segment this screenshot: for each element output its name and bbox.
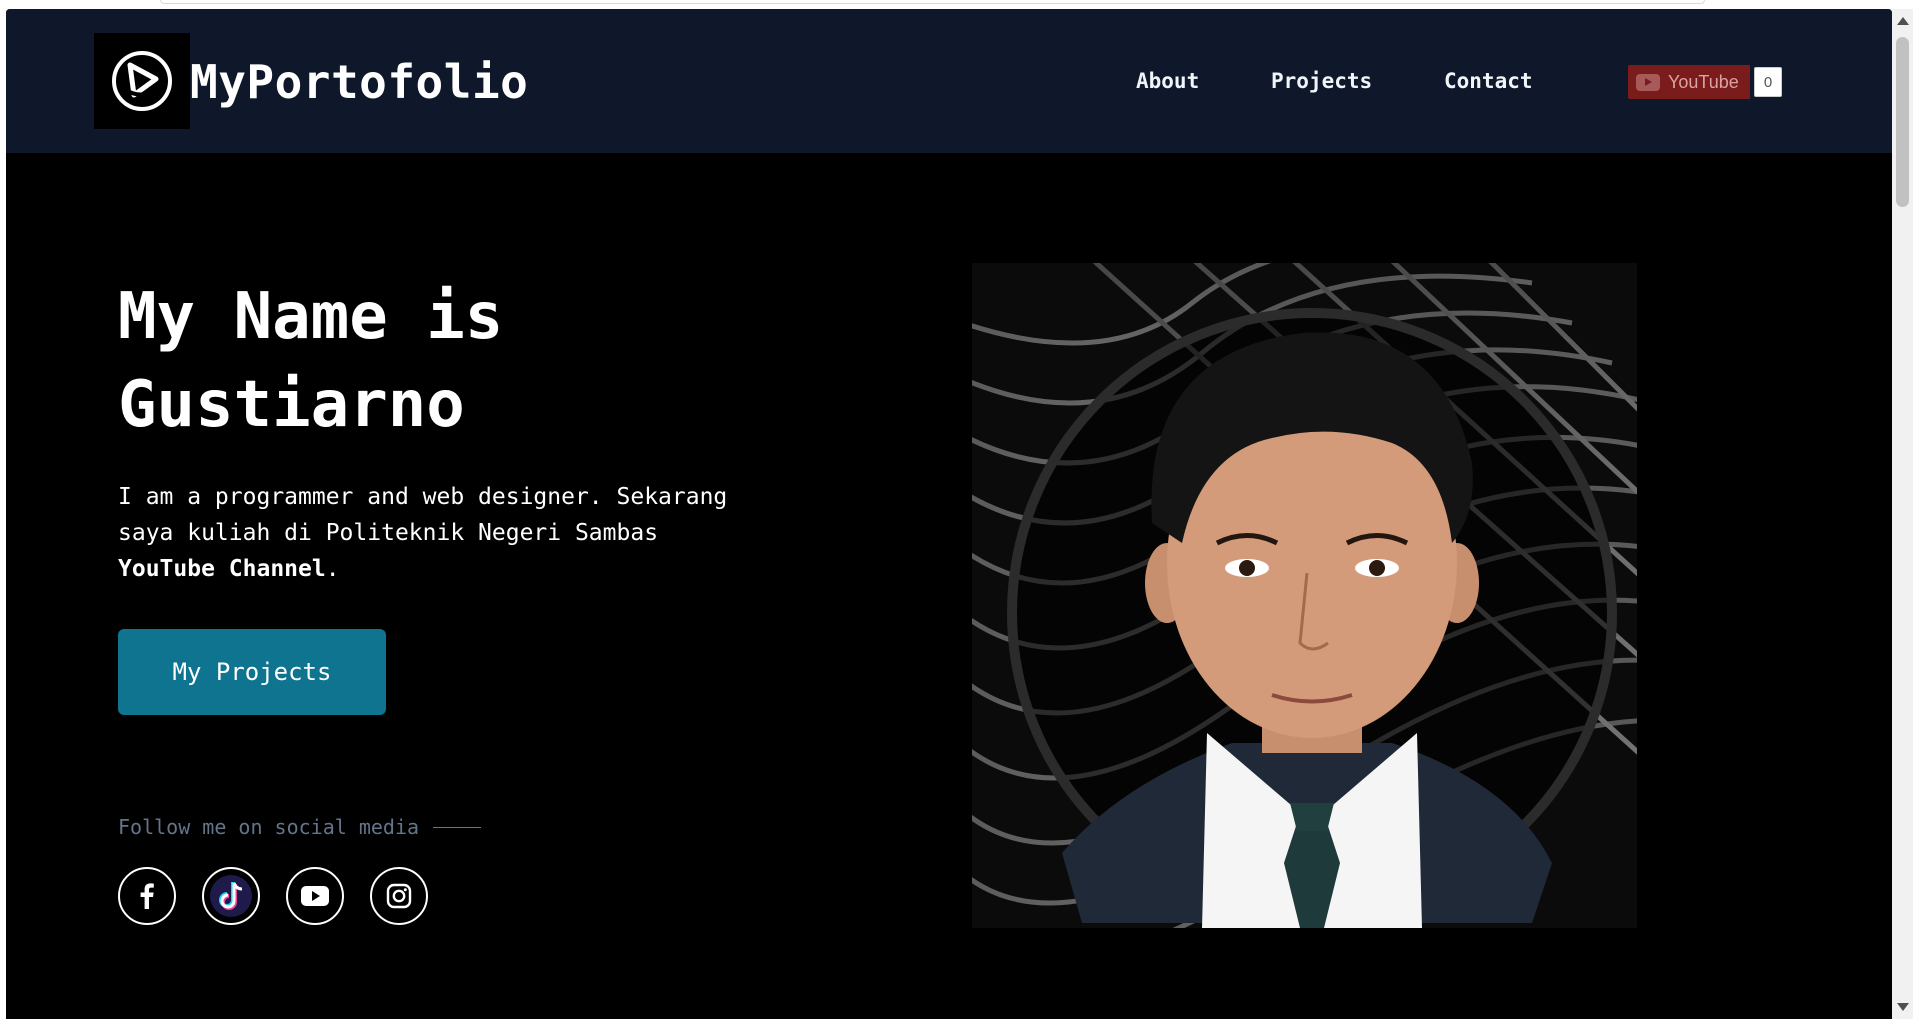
- tiktok-link[interactable]: [202, 867, 260, 925]
- hero-description-end: .: [325, 556, 340, 582]
- profile-photo: [972, 263, 1637, 928]
- profile-photo-illustration: [972, 263, 1637, 928]
- follow-divider: [433, 826, 482, 828]
- logo-icon: [112, 51, 172, 111]
- hero-title: My Name is Gustiarno: [118, 273, 818, 449]
- nav-contact[interactable]: Contact: [1444, 69, 1533, 93]
- hero-description: I am a programmer and web designer. Seka…: [118, 479, 738, 587]
- browser-top-edge: [160, 0, 1705, 4]
- page-viewport: MyPortofolio About Projects Contact YouT…: [6, 9, 1892, 1019]
- brand-title[interactable]: MyPortofolio: [190, 55, 528, 109]
- hero-title-line1: My Name is: [118, 280, 504, 354]
- nav-projects[interactable]: Projects: [1271, 69, 1372, 93]
- facebook-icon: [140, 883, 154, 909]
- youtube-link[interactable]: [286, 867, 344, 925]
- scroll-up-arrow-icon[interactable]: [1897, 17, 1909, 25]
- play-icon: [1636, 73, 1660, 91]
- scrollbar-thumb[interactable]: [1896, 37, 1909, 207]
- subscriber-count: 0: [1754, 67, 1782, 97]
- hero-description-text: I am a programmer and web designer. Seka…: [118, 484, 728, 546]
- youtube-text: YouTube: [1668, 71, 1739, 92]
- facebook-link[interactable]: [118, 867, 176, 925]
- youtube-channel-link[interactable]: YouTube Channel: [118, 556, 326, 582]
- follow-text: Follow me on social media: [118, 815, 420, 839]
- tiktok-icon: [210, 875, 252, 917]
- navbar: MyPortofolio About Projects Contact YouT…: [6, 9, 1892, 153]
- my-projects-button[interactable]: My Projects: [118, 629, 386, 715]
- logo[interactable]: [94, 33, 190, 129]
- follow-label: Follow me on social media: [118, 815, 482, 839]
- scroll-down-arrow-icon[interactable]: [1897, 1003, 1909, 1011]
- nav-about[interactable]: About: [1136, 69, 1199, 93]
- youtube-subscribe-button[interactable]: YouTube 0: [1628, 65, 1782, 99]
- youtube-button-label[interactable]: YouTube: [1628, 65, 1750, 99]
- instagram-icon: [386, 883, 412, 909]
- youtube-icon: [301, 886, 329, 906]
- vertical-scrollbar[interactable]: [1892, 9, 1913, 1019]
- instagram-link[interactable]: [370, 867, 428, 925]
- hero-title-line2: Gustiarno: [118, 368, 465, 442]
